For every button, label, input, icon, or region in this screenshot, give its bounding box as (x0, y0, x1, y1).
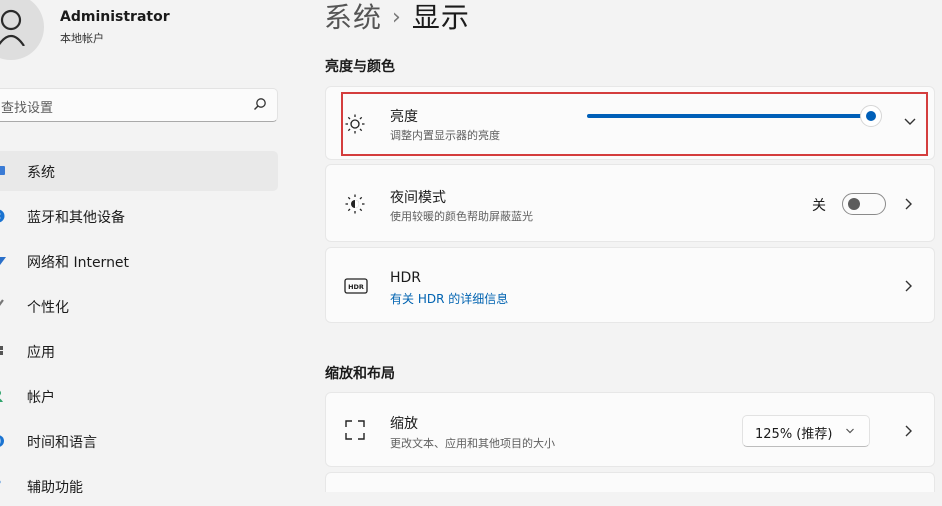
brush-icon (0, 299, 4, 306)
sidebar-item-label: 个性化 (27, 300, 69, 316)
page-title: 显示 (411, 1, 470, 34)
sidebar-item-label: 系统 (27, 165, 55, 181)
breadcrumb-parent[interactable]: 系统 (324, 1, 382, 34)
account-icon (0, 390, 3, 402)
sidebar-item-label: 应用 (27, 345, 55, 361)
night-light-subtitle: 使用较暖的颜色帮助屏蔽蓝光 (390, 210, 533, 223)
night-light-state-label: 关 (812, 198, 826, 214)
breadcrumb-separator: › (392, 5, 402, 30)
sidebar-item-system[interactable]: 系统 (0, 151, 278, 191)
brightness-slider-track[interactable] (587, 114, 872, 118)
hdr-icon-text: HDR (348, 283, 364, 291)
search-icon[interactable] (253, 97, 267, 111)
next-settings-card[interactable] (325, 472, 935, 492)
sidebar-item-time-language[interactable]: 时间和语言 (0, 421, 278, 461)
sidebar-item-bluetooth[interactable]: 蓝牙和其他设备 (0, 196, 278, 236)
hdr-info-link[interactable]: 有关 HDR 的详细信息 (390, 290, 508, 307)
network-icon (0, 257, 6, 265)
bluetooth-icon (0, 209, 5, 223)
sidebar-item-accessibility[interactable]: 辅助功能 (0, 466, 278, 506)
night-light-title: 夜间模式 (390, 190, 446, 206)
sidebar-item-apps[interactable]: 应用 (0, 331, 278, 371)
brightness-icon (345, 114, 365, 134)
apps-icon (0, 346, 3, 355)
night-light-card[interactable]: 夜间模式 使用较暖的颜色帮助屏蔽蓝光 关 (325, 164, 935, 242)
chevron-right-icon[interactable] (904, 197, 914, 211)
breadcrumb: 系统 › 显示 (324, 0, 470, 36)
sidebar-item-label: 帐户 (27, 390, 55, 406)
user-account-type: 本地帐户 (60, 32, 104, 45)
accessibility-icon (0, 480, 1, 484)
sidebar-item-label: 时间和语言 (27, 435, 97, 451)
brightness-slider-thumb[interactable] (860, 105, 883, 127)
brightness-card: 亮度 调整内置显示器的亮度 (325, 86, 935, 160)
user-name: Administrator (60, 9, 170, 25)
sidebar-item-personalization[interactable]: 个性化 (0, 286, 278, 326)
chevron-right-icon[interactable] (904, 424, 914, 438)
brightness-subtitle: 调整内置显示器的亮度 (390, 129, 500, 142)
sidebar: Administrator 本地帐户 查找设置 系统 蓝牙和其他设备 网络和 I… (0, 0, 300, 496)
system-icon (0, 166, 5, 175)
section-heading-scale-layout: 缩放和布局 (325, 366, 395, 382)
user-icon (0, 9, 25, 46)
scale-icon (345, 420, 365, 440)
chevron-right-icon[interactable] (904, 279, 914, 293)
sidebar-item-network[interactable]: 网络和 Internet (0, 241, 278, 281)
chevron-down-icon (846, 428, 854, 434)
scale-subtitle: 更改文本、应用和其他项目的大小 (390, 437, 555, 450)
search-placeholder: 查找设置 (1, 101, 54, 116)
search-input[interactable]: 查找设置 (0, 88, 278, 122)
scale-title: 缩放 (390, 416, 418, 432)
scale-dropdown[interactable]: 125% (推荐) (742, 415, 870, 447)
chevron-down-icon[interactable] (903, 117, 917, 127)
hdr-title: HDR (390, 270, 422, 286)
scale-card: 缩放 更改文本、应用和其他项目的大小 125% (推荐) (325, 392, 935, 467)
globe-icon (0, 435, 4, 447)
sidebar-item-accounts[interactable]: 帐户 (0, 376, 278, 416)
sidebar-item-label: 蓝牙和其他设备 (27, 210, 125, 226)
night-light-toggle[interactable] (842, 193, 886, 215)
hdr-card[interactable]: HDR HDR 有关 HDR 的详细信息 (325, 247, 935, 323)
scale-dropdown-value: 125% (推荐) (755, 427, 833, 442)
avatar[interactable] (0, 0, 44, 60)
section-heading-brightness-color: 亮度与颜色 (325, 59, 395, 75)
sidebar-item-label: 辅助功能 (27, 480, 83, 496)
hdr-icon: HDR (344, 278, 368, 294)
sidebar-item-label: 网络和 Internet (27, 255, 130, 271)
brightness-title: 亮度 (390, 109, 418, 125)
night-light-icon (345, 194, 365, 214)
